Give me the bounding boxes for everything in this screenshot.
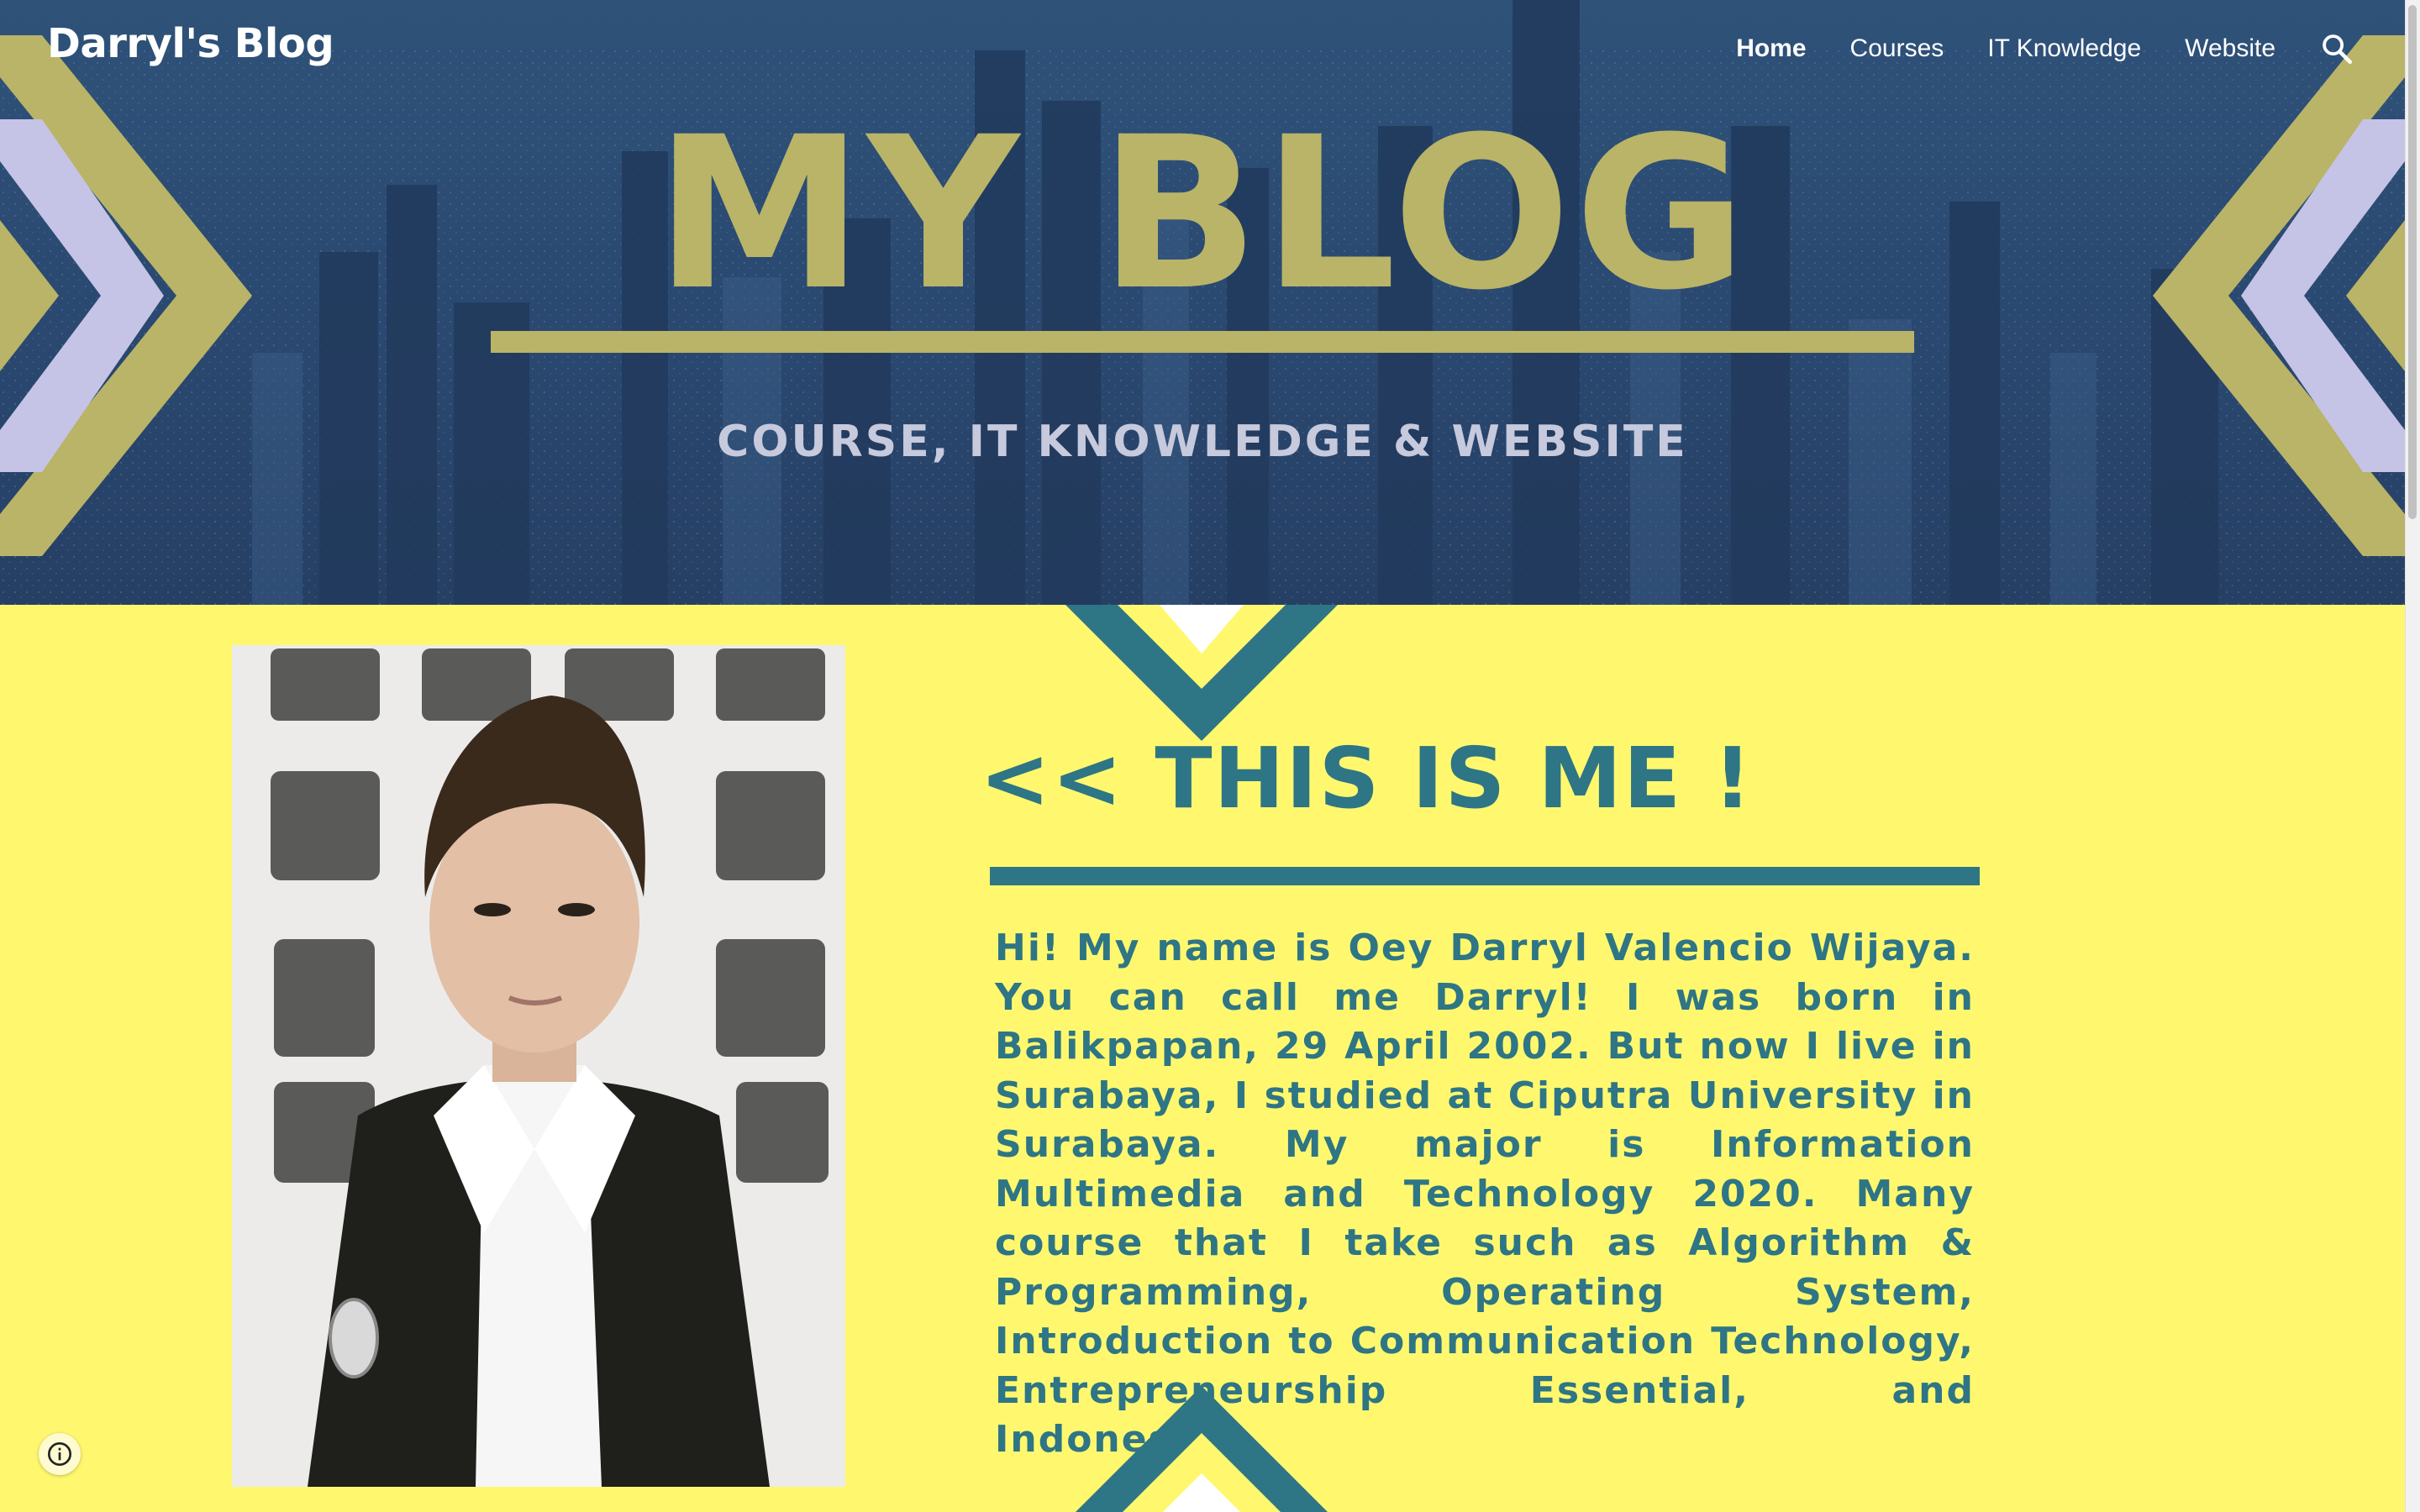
info-icon[interactable] — [39, 1433, 81, 1475]
nav-courses[interactable]: Courses — [1850, 25, 1944, 72]
about-paragraph: Hi! My name is Oey Darryl Valencio Wijay… — [995, 927, 1975, 1461]
nav-website[interactable]: Website — [2185, 25, 2275, 72]
nav-it-knowledge[interactable]: IT Knowledge — [1987, 25, 2141, 72]
hero-banner: Darryl's Blog Home Courses IT Knowledge … — [0, 0, 2405, 605]
nav-home[interactable]: Home — [1736, 25, 1806, 72]
search-icon[interactable] — [2319, 31, 2354, 66]
top-chevron-decoration — [1065, 605, 1338, 741]
hero-heading: MY BLOG — [655, 92, 1750, 336]
site-title[interactable]: Darryl's Blog — [47, 20, 334, 67]
hero-subheading: COURSE, IT KNOWLEDGE & WEBSITE — [717, 417, 1688, 467]
about-section: << THIS IS ME ! Hi! My name is Oey Darry… — [0, 605, 2405, 1512]
main-navigation: Home Courses IT Knowledge Website — [1692, 25, 2354, 72]
bottom-chevron-decoration — [1076, 1386, 1328, 1512]
profile-photo — [232, 645, 845, 1487]
scrollbar-thumb[interactable] — [2408, 5, 2417, 519]
hero-divider — [491, 331, 1914, 353]
about-heading: << THIS IS ME ! — [980, 729, 1754, 827]
about-divider — [990, 867, 1980, 885]
